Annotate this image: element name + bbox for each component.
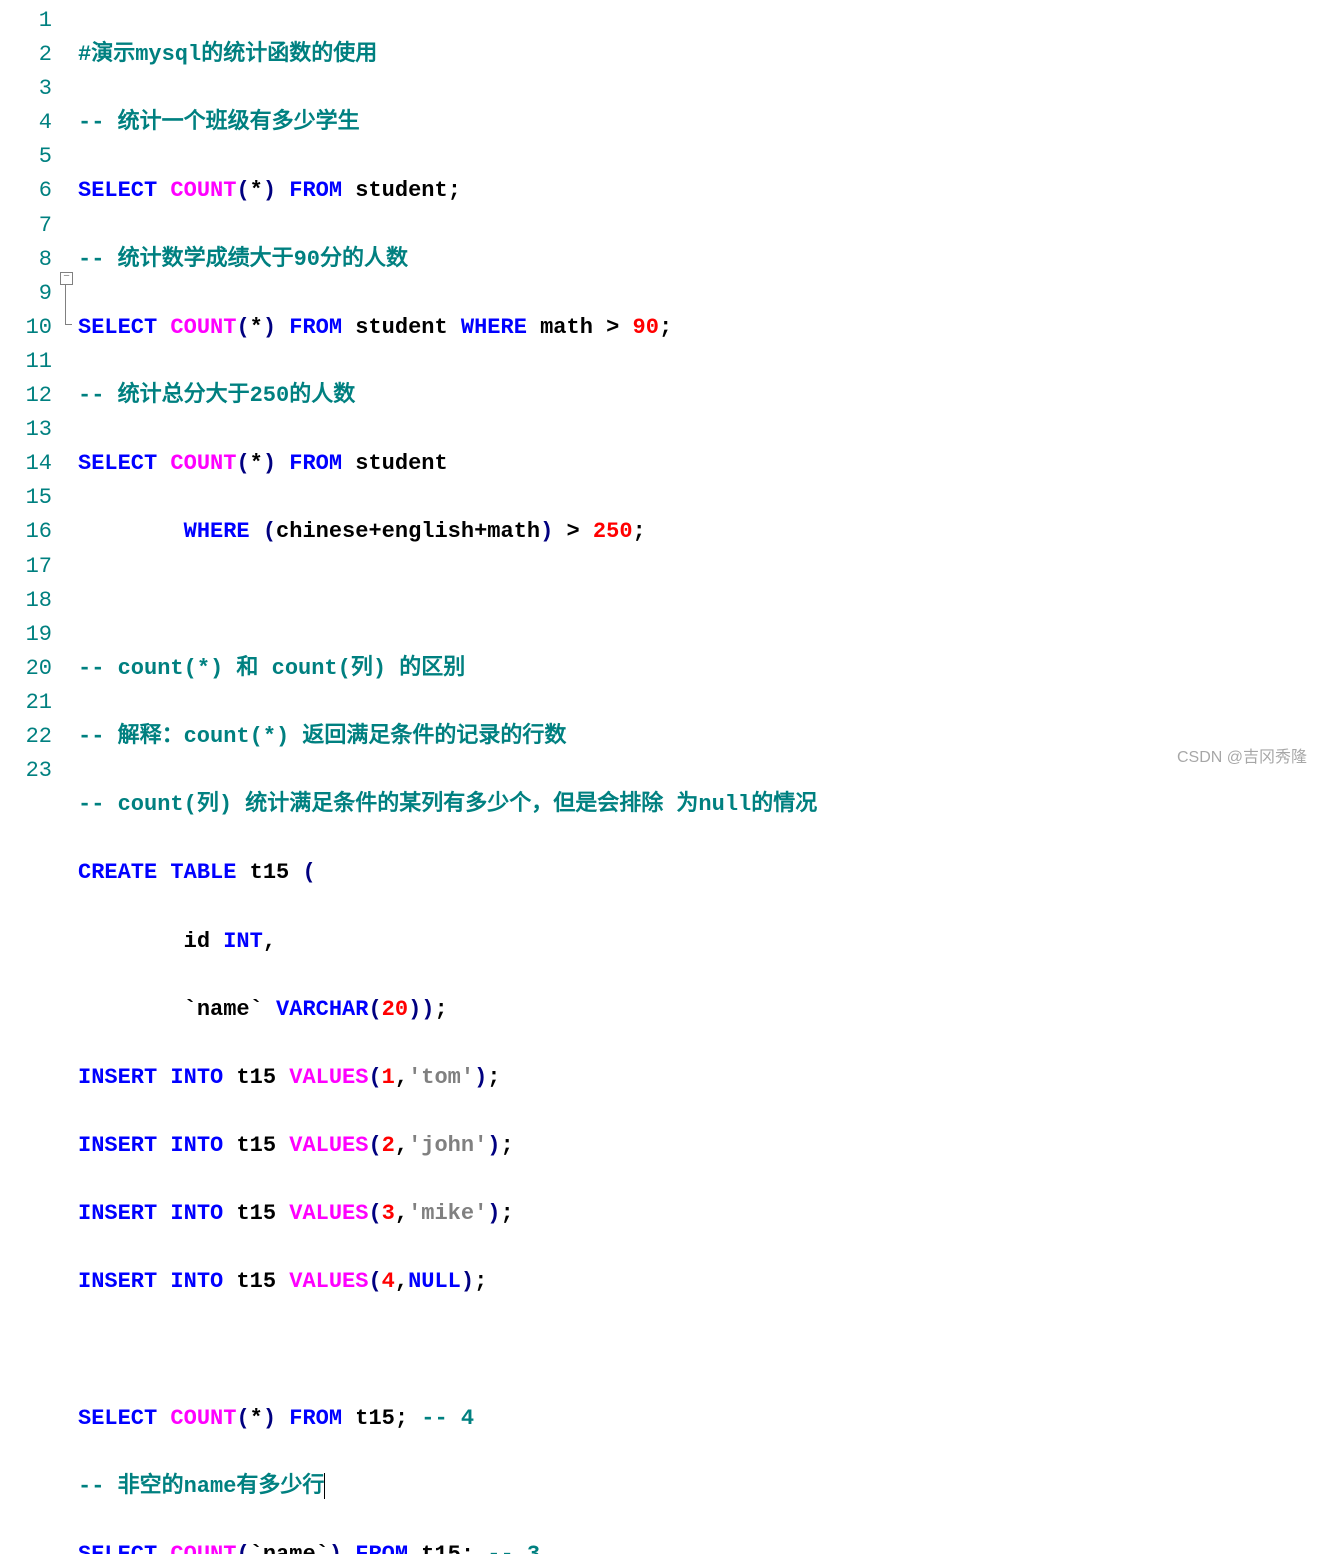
line-number: 7 <box>0 209 52 243</box>
code-line: CREATE TABLE t15 ( <box>78 856 1319 890</box>
code-line: SELECT COUNT(*) FROM t15; -- 4 <box>78 1402 1319 1436</box>
code-line: `name` VARCHAR(20)); <box>78 993 1319 1027</box>
line-number: 1 <box>0 4 52 38</box>
line-number: 15 <box>0 481 52 515</box>
line-number-gutter: 1 2 3 4 5 6 7 8 9 10 11 12 13 14 15 16 1… <box>0 4 60 1554</box>
code-line: INSERT INTO t15 VALUES(3,'mike'); <box>78 1197 1319 1231</box>
code-line: INSERT INTO t15 VALUES(2,'john'); <box>78 1129 1319 1163</box>
line-number: 17 <box>0 550 52 584</box>
code-area[interactable]: #演示mysql的统计函数的使用 -- 统计一个班级有多少学生 SELECT C… <box>78 4 1319 1554</box>
code-line: INSERT INTO t15 VALUES(1,'tom'); <box>78 1061 1319 1095</box>
code-line: SELECT COUNT(`name`) FROM t15; -- 3 <box>78 1538 1319 1554</box>
line-number: 13 <box>0 413 52 447</box>
code-line: SELECT COUNT(*) FROM student WHERE math … <box>78 311 1319 345</box>
code-line: WHERE (chinese+english+math) > 250; <box>78 515 1319 549</box>
line-number: 16 <box>0 515 52 549</box>
line-number: 2 <box>0 38 52 72</box>
code-editor: 1 2 3 4 5 6 7 8 9 10 11 12 13 14 15 16 1… <box>0 0 1319 1554</box>
code-line: -- 解释：count(*) 返回满足条件的记录的行数 <box>78 720 1319 754</box>
line-number: 18 <box>0 584 52 618</box>
code-line <box>78 584 1319 618</box>
text-cursor-icon <box>324 1473 325 1499</box>
line-number: 21 <box>0 686 52 720</box>
line-number: 10 <box>0 311 52 345</box>
code-line: SELECT COUNT(*) FROM student <box>78 447 1319 481</box>
code-line: -- count(列) 统计满足条件的某列有多少个，但是会排除 为null的情况 <box>78 788 1319 822</box>
line-number: 4 <box>0 106 52 140</box>
fold-toggle-icon[interactable]: − <box>60 264 78 286</box>
line-number: 12 <box>0 379 52 413</box>
code-line: SELECT COUNT(*) FROM student; <box>78 174 1319 208</box>
code-line: INSERT INTO t15 VALUES(4,NULL); <box>78 1265 1319 1299</box>
line-number: 14 <box>0 447 52 481</box>
line-number: 20 <box>0 652 52 686</box>
line-number: 11 <box>0 345 52 379</box>
line-number: 23 <box>0 754 52 788</box>
fold-column: − <box>60 4 78 1554</box>
code-line: -- 统计一个班级有多少学生 <box>78 106 1319 140</box>
line-number: 8 <box>0 243 52 277</box>
watermark: CSDN @吉冈秀隆 <box>1177 746 1307 771</box>
line-number: 3 <box>0 72 52 106</box>
line-number: 9 <box>0 277 52 311</box>
line-number: 19 <box>0 618 52 652</box>
code-line: -- 统计数学成绩大于90分的人数 <box>78 243 1319 277</box>
code-line: #演示mysql的统计函数的使用 <box>78 38 1319 72</box>
code-line <box>78 1334 1319 1368</box>
line-number: 6 <box>0 174 52 208</box>
line-number: 22 <box>0 720 52 754</box>
code-line: -- count(*) 和 count(列) 的区别 <box>78 652 1319 686</box>
line-number: 5 <box>0 140 52 174</box>
code-line: -- 非空的name有多少行 <box>78 1470 1319 1504</box>
code-line: -- 统计总分大于250的人数 <box>78 379 1319 413</box>
code-line: id INT, <box>78 925 1319 959</box>
